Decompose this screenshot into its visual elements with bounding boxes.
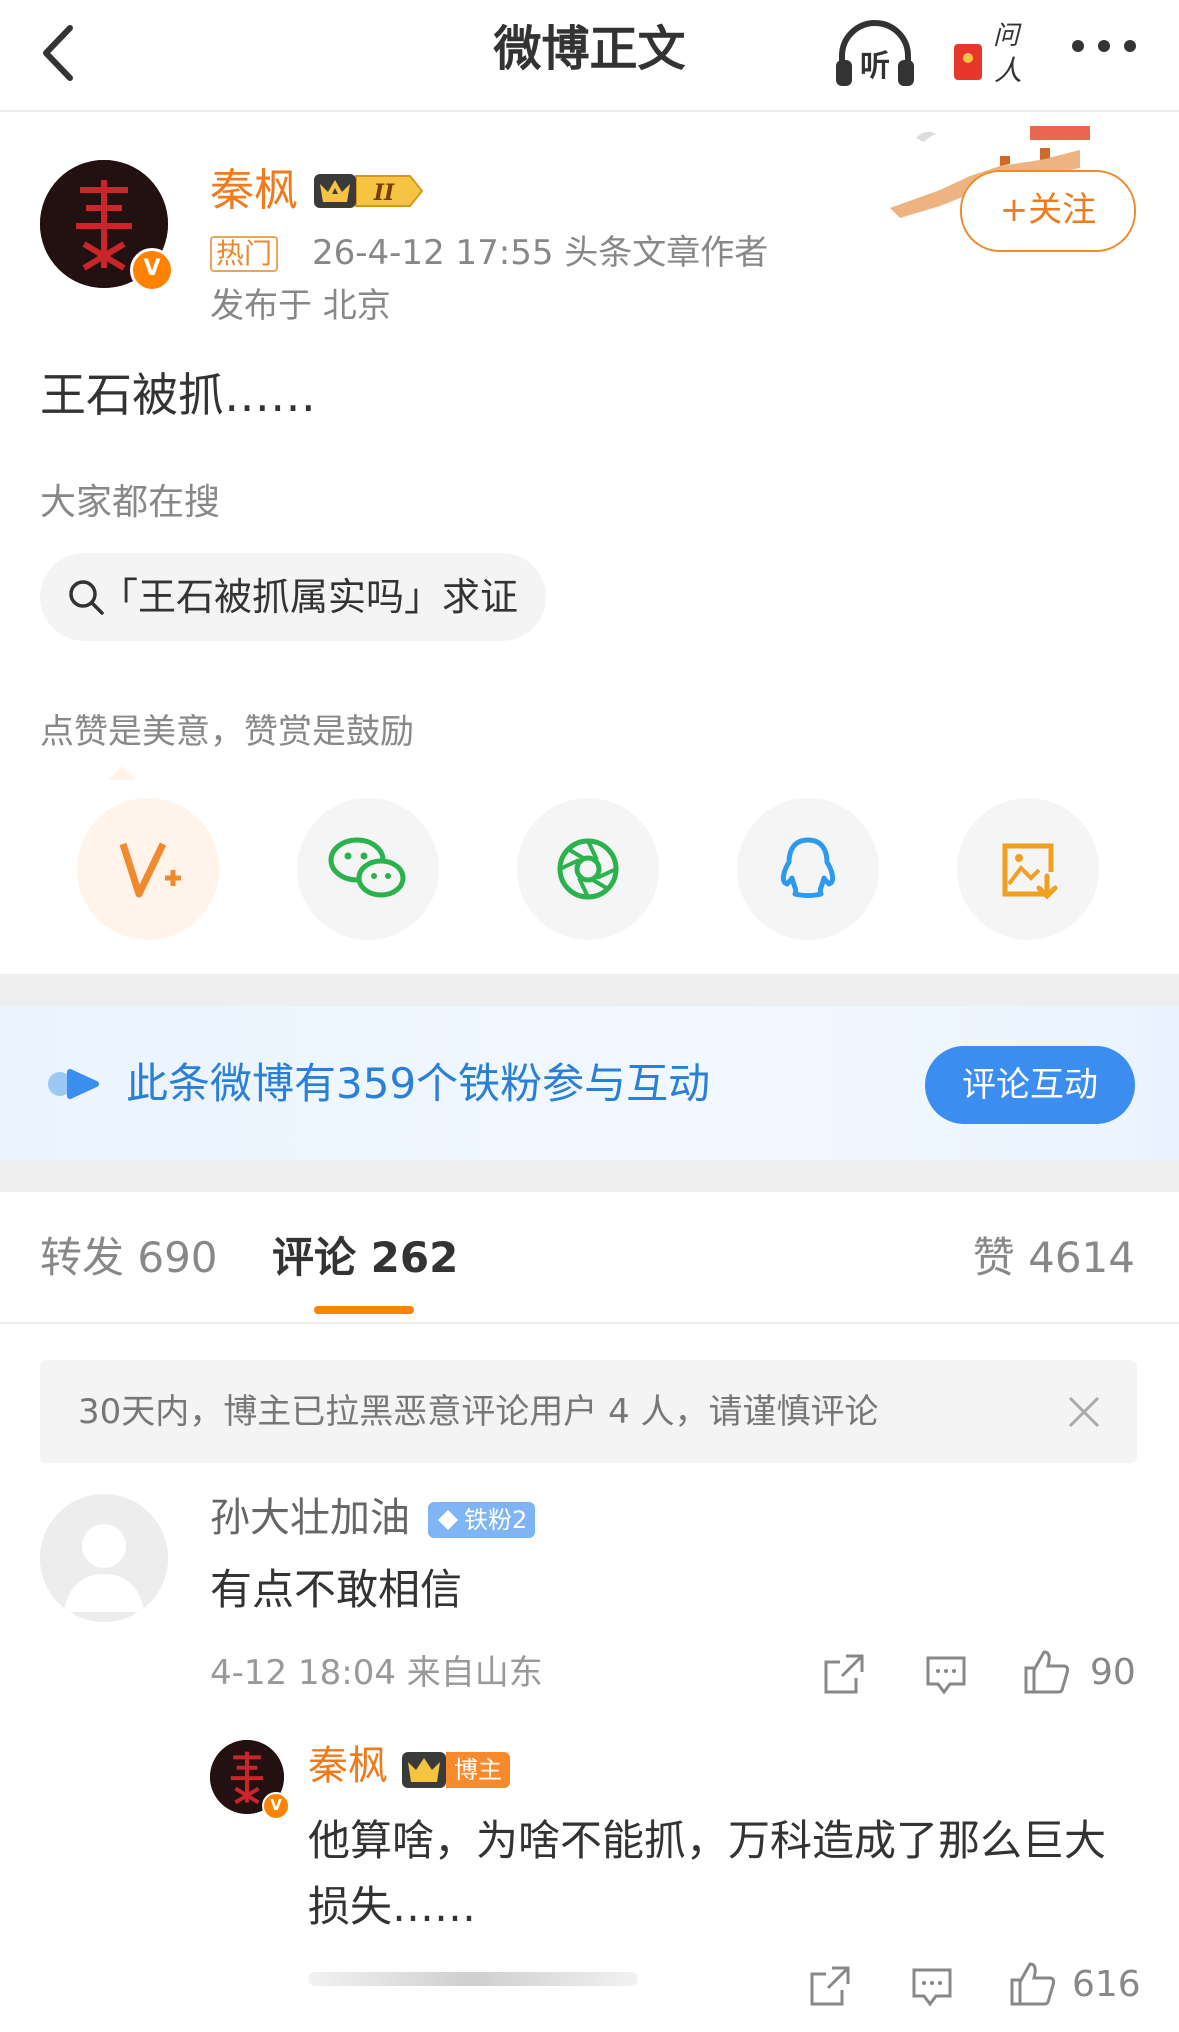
reply-crown-icon — [400, 1748, 448, 1796]
search-suggestion-text[interactable]: 「王石被抓属实吗」求证 — [100, 567, 518, 627]
default-avatar-icon — [40, 1494, 168, 1622]
follow-button[interactable]: +关注 — [960, 170, 1136, 252]
more-icon[interactable] — [1060, 16, 1150, 86]
trending-search-label: 大家都在搜 — [40, 482, 221, 523]
save-image-button[interactable] — [957, 798, 1099, 940]
reply-divider-bar — [308, 1972, 638, 1986]
commenter-name[interactable]: 孙大壮加油 — [210, 1490, 410, 1546]
reply-verified-icon: V — [262, 1792, 290, 1820]
verified-icon: V — [130, 248, 174, 292]
fans-interaction-text: 此条微博有359个铁粉参与互动 — [126, 1059, 711, 1108]
comment-like-count: 90 — [1090, 1652, 1136, 1693]
v-plus-icon — [119, 842, 181, 898]
comment-meta: 4-12 18:04 来自山东 — [210, 1653, 543, 1693]
tabs-divider — [0, 1322, 1179, 1324]
reply-like-icon[interactable] — [1008, 1960, 1056, 2012]
reply-text: 他算啥，为啥不能抓，万科造成了那么巨大损失…… — [308, 1816, 1107, 1931]
tab-like[interactable]: 赞 4614 — [973, 1228, 1135, 1288]
post-location: 发布于 北京 — [210, 286, 391, 326]
comment-reply-icon[interactable] — [924, 1652, 968, 1700]
reward-button[interactable] — [77, 798, 219, 940]
member-crown-icon[interactable]: II — [310, 168, 426, 218]
share-moments-button[interactable] — [517, 798, 659, 940]
save-image-icon — [1002, 843, 1058, 900]
svg-text:问: 问 — [993, 21, 1022, 51]
fan-level-badge: 铁粉2 — [428, 1502, 536, 1538]
comment-share-icon[interactable] — [822, 1652, 866, 1700]
hot-tag: 热门 — [210, 236, 279, 272]
fan-level-label: 铁粉2 — [464, 1506, 528, 1534]
diamond-icon — [438, 1510, 458, 1530]
top-nav-bar: 微博正文 听 问 人 问人 — [0, 0, 1179, 112]
moments-icon — [557, 838, 619, 900]
svg-text:人: 人 — [994, 54, 1022, 87]
moderation-notice-text: 30天内，博主已拉黑恶意评论用户 4 人，请谨慎评论 — [78, 1392, 879, 1432]
comment-interaction-button[interactable]: 评论互动 — [925, 1046, 1135, 1124]
praise-pointer — [108, 766, 136, 780]
reply-author-name[interactable]: 秦枫 — [308, 1738, 388, 1794]
tab-repost[interactable]: 转发 690 — [40, 1228, 218, 1288]
wechat-icon — [328, 837, 406, 898]
tab-comment[interactable]: 评论 262 — [272, 1228, 458, 1288]
section-divider — [0, 974, 1179, 1006]
qq-icon — [780, 837, 836, 898]
section-divider — [0, 1160, 1179, 1192]
commenter-avatar[interactable] — [40, 1494, 168, 1622]
praise-label: 点赞是美意，赞赏是鼓励 — [40, 712, 414, 752]
member-level: II — [373, 180, 395, 206]
blogger-tag: 博主 — [446, 1752, 510, 1788]
comment-like-icon[interactable] — [1022, 1648, 1070, 1700]
comment-text: 有点不敢相信 — [210, 1565, 463, 1614]
reply-like-count: 616 — [1072, 1964, 1141, 2005]
author-name[interactable]: 秦枫 — [210, 163, 298, 219]
share-qq-button[interactable] — [737, 798, 879, 940]
reply-share-icon[interactable] — [808, 1964, 852, 2012]
close-icon[interactable] — [1062, 1390, 1106, 1434]
fans-interaction-icon — [46, 1066, 102, 1106]
ask-red-packet-icon[interactable]: 问 人 问人 — [950, 8, 1030, 98]
active-tab-indicator — [314, 1306, 414, 1314]
listen-headphones-icon[interactable]: 听 — [830, 10, 920, 100]
reply-reply-icon[interactable] — [910, 1964, 954, 2012]
post-meta: 26-4-12 17:55 头条文章作者 — [312, 233, 769, 273]
listen-label: 听 — [860, 49, 890, 84]
post-text: 王石被抓…… — [40, 368, 316, 422]
share-wechat-button[interactable] — [297, 798, 439, 940]
